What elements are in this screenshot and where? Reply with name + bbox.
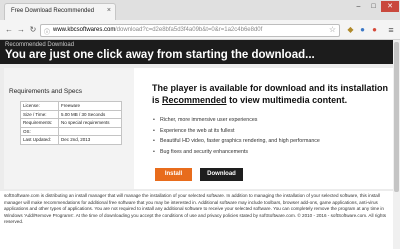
spec-value: No special requirements <box>58 118 122 128</box>
list-item: Bug fixes and security enhancements <box>153 147 320 158</box>
spec-value: Freeware <box>58 101 122 111</box>
specs-table: License: Freeware Size / Time: 5.00 MB /… <box>20 101 122 145</box>
spec-key: Requirements: <box>20 118 59 128</box>
list-item: Richer, more immersive user experiences <box>153 115 320 126</box>
url-host: www.kbcsoftwares.com <box>53 27 116 33</box>
table-row: OS: <box>20 126 122 136</box>
pinterest-icon[interactable]: ● <box>369 24 380 35</box>
address-bar[interactable]: ⓘ www.kbcsoftwares.com /download?c=d2e8b… <box>40 24 340 37</box>
back-icon[interactable]: ← <box>3 24 15 36</box>
table-row: Size / Time: 5.00 MB / 30 Seconds <box>20 109 122 119</box>
tab-bar: Free Download Recommended × – □ ✕ <box>0 0 400 20</box>
reload-icon[interactable]: ↻ <box>27 24 39 36</box>
extension-icon[interactable]: ◆ <box>345 24 356 35</box>
tab-title: Free Download Recommended <box>11 8 95 14</box>
headline-text-end: to view multimedia content. <box>229 95 348 105</box>
browser-tab[interactable]: Free Download Recommended × <box>4 3 116 20</box>
download-button[interactable]: Download <box>200 168 243 181</box>
extension-icon[interactable]: ● <box>357 24 368 35</box>
table-row: Requirements: No special requirements <box>20 118 122 128</box>
spec-key: License: <box>20 101 59 111</box>
tab-close-icon[interactable]: × <box>107 7 111 14</box>
maximize-icon[interactable]: □ <box>366 1 381 12</box>
window-close-icon[interactable]: ✕ <box>381 1 399 12</box>
specs-title: Requirements and Specs <box>9 88 82 95</box>
forward-icon[interactable]: → <box>15 24 27 36</box>
navigation-bar: ← → ↻ ⓘ www.kbcsoftwares.com /download?c… <box>0 20 400 40</box>
table-row: License: Freeware <box>20 101 122 111</box>
list-item: Beautiful HD video, faster graphics rend… <box>153 136 320 147</box>
list-item: Experience the web at its fullest <box>153 126 320 137</box>
download-card: Requirements and Specs License: Freeware… <box>4 68 396 189</box>
table-row: Last Updated: Dec 2nd, 2013 <box>20 135 122 145</box>
spec-key: Size / Time: <box>20 109 59 119</box>
content-panel: Requirements and Specs License: Freeware… <box>0 64 400 191</box>
install-button[interactable]: Install <box>155 168 192 181</box>
browser-chrome: Free Download Recommended × – □ ✕ ← → ↻ … <box>0 0 400 40</box>
spec-value: Dec 2nd, 2013 <box>58 135 122 145</box>
spec-key: Last Updated: <box>20 135 59 145</box>
feature-list: Richer, more immersive user experiences … <box>153 115 320 157</box>
headline-recommended: Recommended <box>162 95 227 105</box>
minimize-icon[interactable]: – <box>351 1 366 12</box>
spec-key: OS: <box>20 126 59 136</box>
url-path: /download?c=d2e8bfa5d3f4a09b&t=0&r=1a2c4… <box>115 27 263 33</box>
bookmark-star-icon[interactable]: ☆ <box>329 25 336 34</box>
specs-sidebar: Requirements and Specs License: Freeware… <box>4 68 134 189</box>
spec-value <box>58 126 122 136</box>
hero-title: You are just one click away from startin… <box>5 49 315 61</box>
page-info-icon[interactable]: ⓘ <box>44 27 50 36</box>
hero-banner: Recommended Download You are just one cl… <box>0 40 400 64</box>
hero-subtitle: Recommended Download <box>5 42 75 48</box>
scrollbar-thumb[interactable] <box>394 42 399 192</box>
headline: The player is available for download and… <box>152 82 392 106</box>
footer-disclaimer: softSoftware.com is distributing an inst… <box>4 193 387 225</box>
spec-value: 5.00 MB / 30 Seconds <box>58 109 122 119</box>
browser-menu-icon[interactable]: ≡ <box>385 24 397 36</box>
